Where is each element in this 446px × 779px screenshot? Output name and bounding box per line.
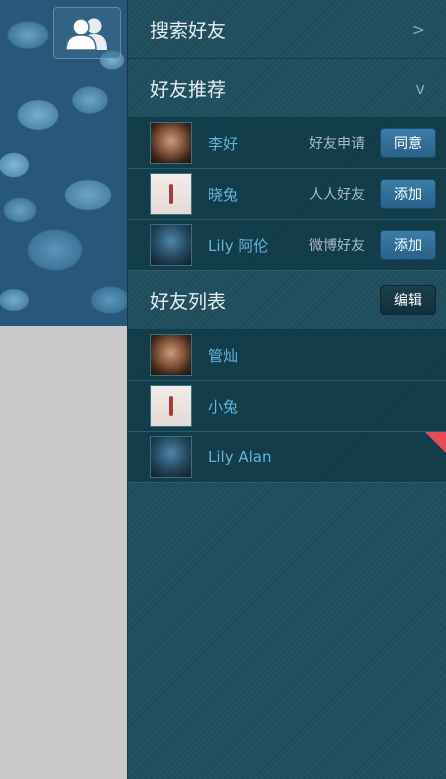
new-flag-icon bbox=[425, 432, 446, 454]
left-pane bbox=[0, 0, 128, 779]
friend-list-item[interactable]: 小兔 bbox=[128, 381, 446, 432]
friend-list-title: 好友列表 bbox=[150, 290, 227, 313]
recommend-item[interactable]: 晓兔 人人好友 添加 bbox=[128, 169, 446, 220]
friend-name: Lily Alan bbox=[208, 448, 272, 466]
friend-source: 人人好友 bbox=[309, 187, 365, 203]
recommend-item[interactable]: 李好 好友申请 同意 bbox=[128, 118, 446, 169]
avatar bbox=[150, 173, 192, 215]
friend-name: 李好 bbox=[208, 134, 239, 153]
background-image bbox=[0, 0, 128, 326]
friend-name: 小兔 bbox=[208, 397, 239, 416]
edit-button[interactable]: 编辑 bbox=[380, 285, 436, 315]
friend-name: 晓兔 bbox=[208, 185, 239, 204]
accept-button[interactable]: 同意 bbox=[380, 128, 436, 158]
avatar bbox=[150, 122, 192, 164]
friends-icon bbox=[65, 18, 107, 50]
avatar bbox=[150, 224, 192, 266]
recommend-title: 好友推荐 bbox=[150, 78, 227, 101]
friends-button[interactable] bbox=[53, 7, 121, 59]
chevron-down-icon: v bbox=[415, 78, 425, 98]
friend-source: 微博好友 bbox=[309, 238, 365, 254]
avatar bbox=[150, 385, 192, 427]
friend-source: 好友申请 bbox=[309, 136, 365, 152]
recommend-header[interactable]: 好友推荐 v bbox=[128, 59, 446, 118]
avatar bbox=[150, 436, 192, 478]
friend-list-header: 好友列表 编辑 bbox=[128, 271, 446, 330]
search-friends-label: 搜索好友 bbox=[150, 19, 227, 42]
add-button[interactable]: 添加 bbox=[380, 179, 436, 209]
friend-name: Lily 阿伦 bbox=[208, 236, 269, 255]
avatar bbox=[150, 334, 192, 376]
friend-list-item[interactable]: 管灿 bbox=[128, 330, 446, 381]
add-button[interactable]: 添加 bbox=[380, 230, 436, 260]
friend-list-item[interactable]: Lily Alan bbox=[128, 432, 446, 483]
chevron-right-icon: > bbox=[411, 19, 425, 39]
search-friends-row[interactable]: 搜索好友 > bbox=[128, 0, 446, 59]
friend-name: 管灿 bbox=[208, 346, 239, 365]
friends-panel: 搜索好友 > 好友推荐 v 李好 好友申请 同意 晓兔 人人好友 添加 Lily… bbox=[127, 0, 446, 779]
recommend-item[interactable]: Lily 阿伦 微博好友 添加 bbox=[128, 220, 446, 271]
